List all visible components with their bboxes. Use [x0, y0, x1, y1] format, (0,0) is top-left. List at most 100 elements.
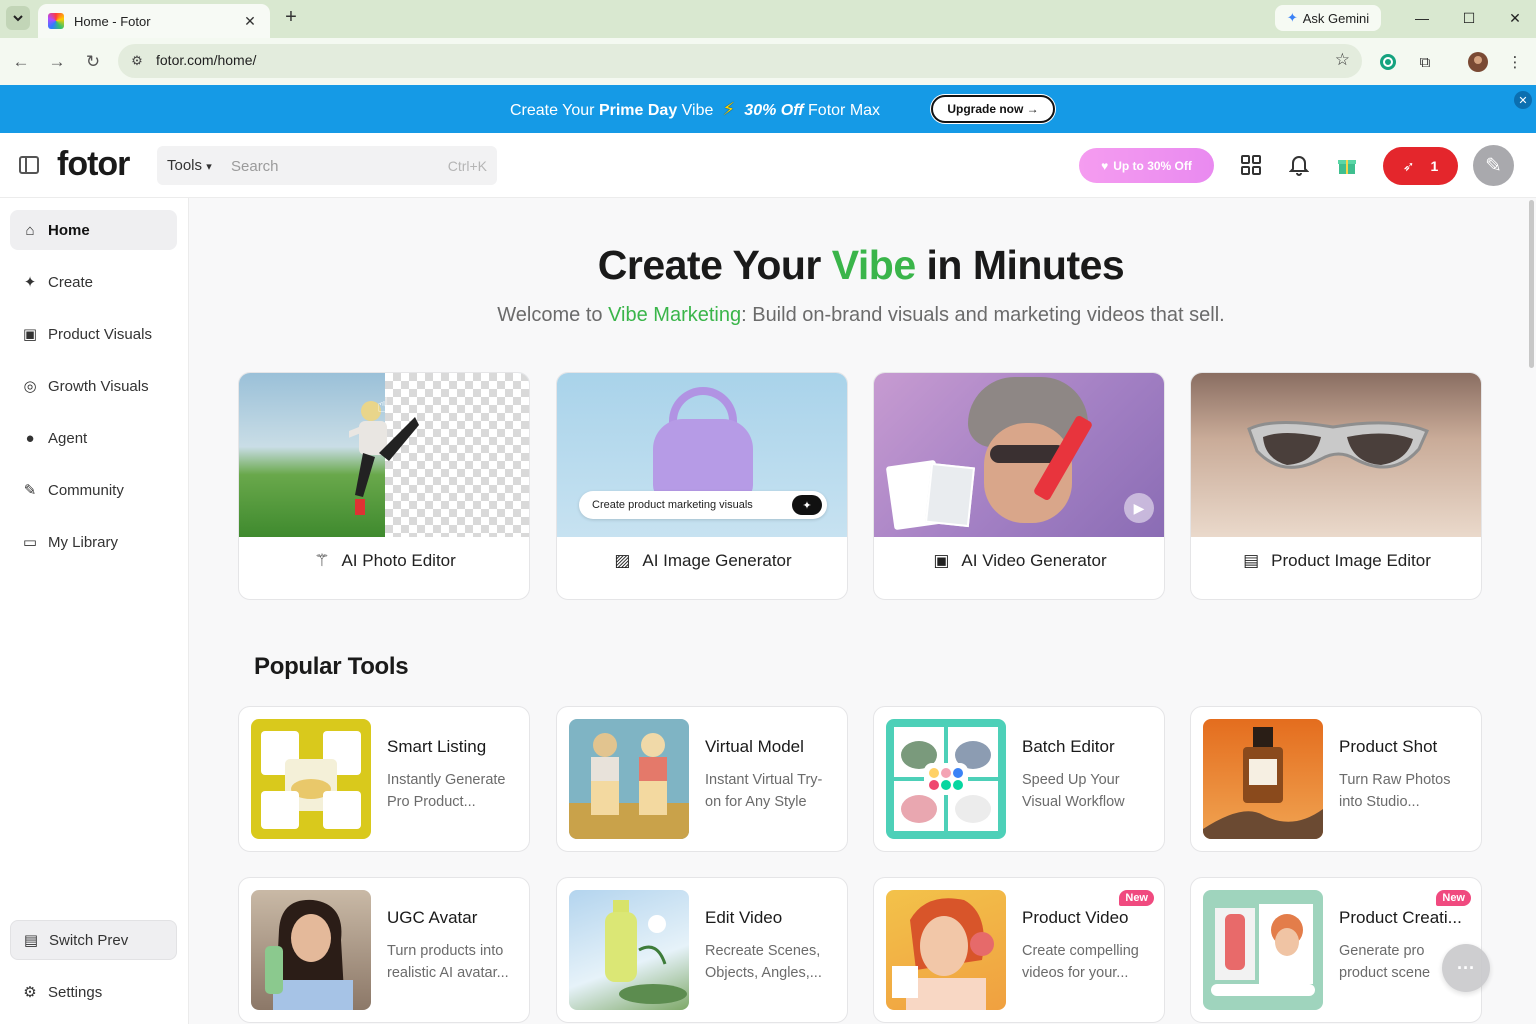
sidebar-item-label: Product Visuals — [48, 325, 152, 343]
chat-more-button[interactable]: ··· — [1442, 944, 1490, 992]
credits-count: 1 — [1430, 158, 1439, 174]
tool-desc-line: Create compelling — [1022, 943, 1139, 959]
apps-grid-icon[interactable] — [1238, 152, 1264, 178]
upgrade-now-button[interactable]: Upgrade now → — [931, 95, 1055, 123]
close-tab-icon[interactable]: ✕ — [240, 13, 260, 30]
search-shortcut-hint: Ctrl+K — [447, 158, 487, 174]
tab-search-button[interactable] — [6, 6, 30, 30]
gift-icon[interactable] — [1334, 152, 1360, 178]
sidebar-toggle-icon[interactable] — [19, 156, 39, 174]
forward-arrow-icon[interactable]: → — [45, 50, 69, 74]
close-window-icon[interactable]: ✕ — [1500, 6, 1530, 30]
site-settings-icon[interactable]: ⚙ — [128, 52, 146, 70]
browser-menu-icon[interactable]: ⋮ — [1503, 50, 1527, 74]
close-promo-icon[interactable]: ✕ — [1514, 91, 1532, 109]
sidebar-item-product-visuals[interactable]: ▣ Product Visuals — [10, 314, 177, 354]
browser-tab[interactable]: Home - Fotor ✕ — [38, 4, 270, 38]
sidebar-item-community[interactable]: ✎ Community — [10, 470, 177, 510]
promo-text-prefix: Create Your — [510, 102, 599, 119]
browser-tab-strip: Home - Fotor ✕ + ✦ Ask Gemini — ☐ ✕ — [0, 0, 1536, 38]
new-tab-button[interactable]: + — [280, 7, 302, 29]
fotor-logo[interactable]: fotor — [57, 145, 130, 184]
maximize-window-icon[interactable]: ☐ — [1454, 6, 1484, 30]
tool-desc-line: Turn Raw Photos — [1339, 772, 1451, 788]
tool-name: Product Shot — [1339, 737, 1438, 756]
tool-card-product-video[interactable]: New Product Video Create compelling video… — [873, 877, 1165, 1023]
hero-subtitle: Welcome to Vibe Marketing: Build on-bran… — [189, 304, 1533, 327]
tool-desc-line: videos for your... — [1022, 965, 1129, 981]
bookmark-star-icon[interactable]: ☆ — [1335, 50, 1350, 70]
sidebar-item-label: Create — [48, 273, 94, 291]
image-plus-icon: ▨ — [614, 551, 631, 570]
search-bar[interactable]: Tools ▾ Ctrl+K — [157, 146, 497, 185]
tools-label: Tools — [167, 157, 203, 174]
credits-button[interactable]: ➶ 1 — [1383, 147, 1458, 185]
sidebar-item-growth-visuals[interactable]: ◎ Growth Visuals — [10, 366, 177, 406]
sidebar-item-label: Home — [48, 221, 90, 239]
sidebar-item-agent[interactable]: ● Agent — [10, 418, 177, 458]
address-bar[interactable]: ⚙ fotor.com/home/ ☆ — [118, 44, 1362, 78]
search-input[interactable] — [231, 153, 431, 179]
tool-description: Turn Raw Photos into Studio... — [1339, 769, 1473, 813]
feature-card-product-image-editor[interactable]: ▤ Product Image Editor — [1190, 372, 1482, 600]
tool-card-edit-video[interactable]: Edit Video Recreate Scenes, Objects, Angl… — [556, 877, 848, 1023]
hero-sub-after: : Build on-brand visuals and marketing v… — [741, 304, 1225, 326]
extensions-puzzle-icon[interactable]: ⧉ — [1413, 50, 1437, 74]
tool-card-product-creative[interactable]: New Product Creati... Generate pro produc… — [1190, 877, 1482, 1023]
edit-video-thumbnail — [569, 890, 689, 1010]
feature-card-ai-video-generator[interactable]: ▶ ▣ AI Video Generator — [873, 372, 1165, 600]
tool-name: Product Creati... — [1339, 908, 1462, 927]
profile-avatar-icon[interactable] — [1466, 50, 1490, 74]
hero-sub-before: Welcome to — [497, 304, 609, 326]
tools-dropdown[interactable]: Tools ▾ — [167, 157, 212, 174]
tool-desc-line: Pro Product... — [387, 794, 476, 810]
batch-editor-thumbnail — [886, 719, 1006, 839]
tool-card-product-shot[interactable]: Product Shot Turn Raw Photos into Studio.… — [1190, 706, 1482, 852]
sidebar-item-my-library[interactable]: ▭ My Library — [10, 522, 177, 562]
more-dots-icon: ··· — [1457, 957, 1475, 978]
ai-image-generator-image: Create product marketing visuals ✦ — [557, 373, 847, 537]
switch-prev-button[interactable]: ▤ Switch Prev — [10, 920, 177, 960]
reload-icon[interactable]: ↻ — [81, 50, 105, 74]
minimize-window-icon[interactable]: — — [1407, 6, 1437, 30]
page-scrollbar[interactable] — [1529, 200, 1534, 368]
product-image-editor-image — [1191, 373, 1481, 537]
chevron-down-icon: ▾ — [206, 161, 212, 173]
chevron-down-icon — [13, 14, 23, 21]
sidebar-item-label: Growth Visuals — [48, 377, 149, 395]
hero-title: Create Your Vibe in Minutes — [189, 242, 1533, 289]
popular-tools-heading: Popular Tools — [254, 653, 409, 680]
sidebar-item-create[interactable]: ✦ Create — [10, 262, 177, 302]
feature-card-ai-image-generator[interactable]: Create product marketing visuals ✦ ▨ AI … — [556, 372, 848, 600]
ask-gemini-button[interactable]: ✦ Ask Gemini — [1275, 5, 1381, 31]
home-icon: ⌂ — [25, 221, 35, 239]
promo-offer: 30% Off — [744, 102, 804, 119]
tool-name: Batch Editor — [1022, 737, 1115, 756]
tool-description: Instant Virtual Try-on for Any Style — [705, 769, 839, 813]
tool-card-batch-editor[interactable]: Batch Editor Speed Up Your Visual Workflo… — [873, 706, 1165, 852]
feature-card-ai-photo-editor[interactable]: ☝ ⚚ AI Photo Editor — [238, 372, 530, 600]
hero-title-accent: Vibe — [831, 242, 916, 288]
prompt-input-preview: Create product marketing visuals ✦ — [579, 491, 827, 519]
grammarly-extension-icon[interactable] — [1376, 50, 1400, 74]
sidebar-item-settings[interactable]: ⚙ Settings — [10, 972, 177, 1012]
url-text[interactable]: fotor.com/home/ — [156, 52, 256, 68]
discount-button[interactable]: ♥ Up to 30% Off — [1079, 148, 1214, 183]
play-icon: ▶ — [1124, 493, 1154, 523]
tool-card-virtual-model[interactable]: Virtual Model Instant Virtual Try-on for… — [556, 706, 848, 852]
promo-banner[interactable]: Create Your Prime Day Vibe ⚡ 30% Off Fot… — [0, 85, 1536, 133]
feature-label: ⚚ AI Photo Editor — [239, 551, 529, 571]
notification-bell-icon[interactable] — [1286, 152, 1312, 178]
tool-desc-line: Speed Up Your — [1022, 772, 1120, 788]
back-arrow-icon[interactable]: ← — [9, 50, 33, 74]
promo-text: Create Your Prime Day Vibe ⚡ 30% Off Fot… — [510, 99, 880, 120]
tool-card-smart-listing[interactable]: Smart Listing Instantly Generate Pro Prod… — [238, 706, 530, 852]
sidebar-item-home[interactable]: ⌂ Home — [10, 210, 177, 250]
switch-prev-label: Switch Prev — [49, 931, 129, 949]
user-avatar[interactable]: ✎ — [1473, 145, 1514, 186]
tool-desc-line: Instant Virtual Try- — [705, 772, 823, 788]
tool-desc-line: Visual Workflow — [1022, 794, 1125, 810]
tool-desc-line: realistic AI avatar... — [387, 965, 509, 981]
bag-edit-icon: ▤ — [1243, 551, 1260, 570]
tool-card-ugc-avatar[interactable]: UGC Avatar Turn products into realistic A… — [238, 877, 530, 1023]
